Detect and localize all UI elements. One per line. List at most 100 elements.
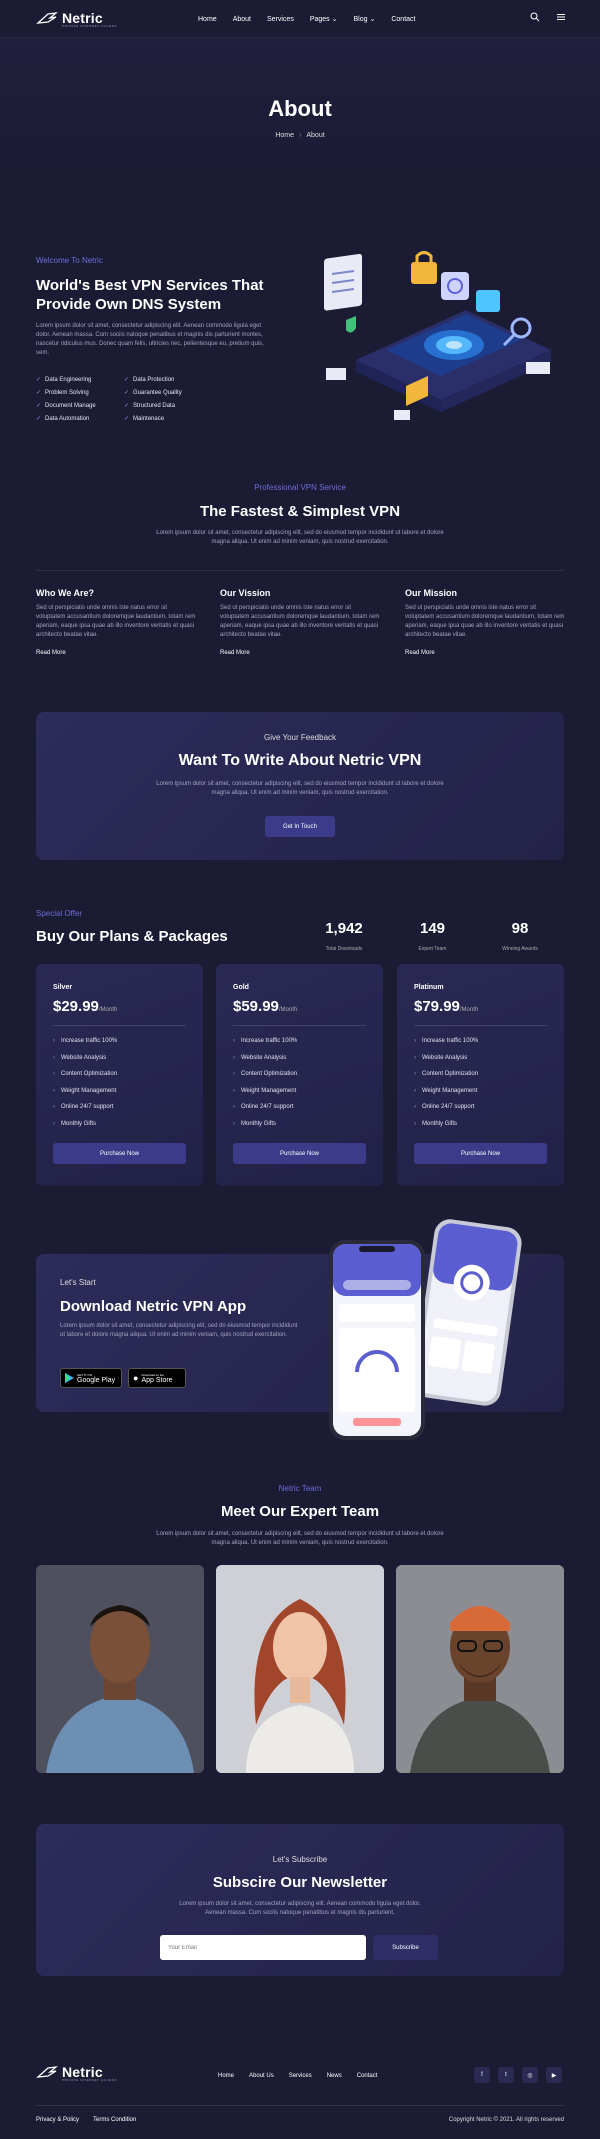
read-more-link[interactable]: Read More (405, 650, 565, 656)
nav-contact[interactable]: Contact (391, 16, 415, 23)
nav-pages[interactable]: Pages ⌄ (310, 15, 338, 23)
purchase-now-button[interactable]: Purchase Now (233, 1143, 366, 1164)
list-item: › Weight Management (414, 1088, 478, 1105)
feature-label: Weight Management (241, 1087, 297, 1094)
plan-card-platinum: Platinum $79.99/Month › Increase traffic … (397, 964, 564, 1186)
facebook-icon[interactable]: f (474, 2067, 490, 2083)
team-body: Lorem ipsum dolor sit amet, consectetur … (156, 1531, 444, 1546)
newsletter-eyebrow: Let's Subscribe (272, 1855, 328, 1864)
card-title: Who We Are? (36, 588, 94, 598)
list-item: › Weight Management (233, 1088, 297, 1105)
twitter-icon[interactable]: t (498, 2067, 514, 2083)
feature-label: Content Optimization (61, 1071, 118, 1077)
stat-value: 98 (511, 920, 529, 937)
feature-label: Document Manage (45, 402, 96, 409)
feature-item: ✓ Data Automation (36, 415, 124, 423)
subscribe-button[interactable]: Subscribe (373, 1935, 438, 1960)
feature-label: Data Automation (45, 415, 90, 422)
divider (36, 570, 564, 571)
feature-label: Problem Solving (45, 389, 89, 396)
intro-title-line1: World's Best VPN Services That (36, 277, 264, 294)
chevron-right-icon: › (414, 1120, 416, 1127)
chevron-right-icon: › (233, 1087, 235, 1094)
feature-item: ✓ Document Manage (36, 402, 124, 410)
newsletter-body: Lorem ipsum dolor sit amet, consectetur … (179, 1901, 421, 1916)
feature-label: Weight Management (61, 1087, 117, 1094)
nav-services[interactable]: Services (267, 16, 294, 23)
intro-title: World's Best VPN Services That Provide O… (36, 276, 264, 314)
plans-eyebrow: Special Offer (36, 909, 83, 918)
get-in-touch-button[interactable]: Get In Touch (265, 816, 335, 837)
youtube-icon[interactable]: ▶ (546, 2067, 562, 2083)
our-mission-card: Our Mission Sed ut perspiciatis unde omn… (405, 588, 565, 656)
footer-nav: Home About Us Services News Contact (218, 2073, 377, 2079)
read-more-link[interactable]: Read More (36, 650, 196, 656)
feature-item: ✓ Guarantee Quality (124, 389, 224, 397)
chevron-right-icon: › (233, 1054, 235, 1061)
divider (36, 2105, 564, 2106)
app-title: Download Netric VPN App (60, 1298, 247, 1315)
check-icon: ✓ (36, 403, 42, 409)
nav-about[interactable]: About (233, 16, 251, 23)
nav-home[interactable]: Home (198, 16, 217, 23)
footer-link-services[interactable]: Services (289, 2073, 312, 2079)
purchase-now-button[interactable]: Purchase Now (414, 1143, 547, 1164)
brand-logo[interactable]: Netric PRIVATE INTERNET ACCESS (36, 10, 117, 28)
footer-link-contact[interactable]: Contact (357, 2073, 378, 2079)
feature-label: Data Protection (133, 376, 175, 383)
feature-label: Online 24/7 support (241, 1104, 294, 1110)
feature-label: Structured Data (133, 402, 176, 409)
brand-tagline: PRIVATE INTERNET ACCESS (62, 2078, 117, 2082)
terms-link[interactable]: Terms Condition (93, 2117, 136, 2123)
nav-blog-label: Blog (353, 16, 368, 23)
check-icon: ✓ (124, 416, 130, 422)
card-body: Sed ut perspiciatis unde omnis iste natu… (220, 605, 380, 638)
feature-label: Guarantee Quality (133, 389, 182, 396)
breadcrumb-home[interactable]: Home (275, 132, 294, 139)
person-image (396, 1565, 564, 1773)
chevron-right-icon: › (53, 1104, 55, 1110)
check-icon: ✓ (124, 377, 130, 383)
plan-price: $79.99/Month (414, 998, 478, 1015)
service-title: The Fastest & Simplest VPN (199, 503, 401, 520)
feature-label: Maintenace (133, 415, 165, 422)
google-play-button[interactable]: GET IT ON Google Play (60, 1368, 122, 1388)
list-item: › Online 24/7 support (414, 1104, 478, 1121)
feature-label: Monthly Gifts (61, 1120, 97, 1127)
read-more-link[interactable]: Read More (220, 650, 380, 656)
search-icon[interactable] (530, 12, 540, 22)
privacy-link[interactable]: Privacy & Policy (36, 2117, 79, 2123)
feature-label: Monthly Gifts (241, 1120, 277, 1127)
plan-feature-list: › Increase traffic 100% › Website Analysis… (233, 1038, 297, 1137)
footer-logo[interactable]: Netric PRIVATE INTERNET ACCESS (36, 2064, 117, 2082)
plan-name: Platinum (414, 984, 444, 991)
feature-label: Increase traffic 100% (241, 1038, 298, 1044)
feature-label: Weight Management (422, 1087, 478, 1094)
feature-label: Online 24/7 support (61, 1104, 114, 1110)
purchase-now-button[interactable]: Purchase Now (53, 1143, 186, 1164)
nav-pages-label: Pages (309, 16, 330, 23)
app-store-button[interactable]: ● Download on the App Store (128, 1368, 186, 1388)
footer-link-about[interactable]: About Us (249, 2073, 274, 2079)
email-input[interactable] (160, 1935, 366, 1960)
feature-item: ✓ Maintenace (124, 415, 224, 423)
footer-link-news[interactable]: News (327, 2073, 342, 2079)
team-title: Meet Our Expert Team (220, 1503, 380, 1520)
check-icon: ✓ (36, 390, 42, 396)
list-item: › Online 24/7 support (53, 1104, 117, 1121)
person-image (36, 1565, 204, 1773)
footer-link-home[interactable]: Home (218, 2073, 234, 2079)
list-item: › Website Analysis (233, 1055, 297, 1072)
chevron-right-icon: › (53, 1038, 55, 1044)
nav-blog[interactable]: Blog ⌄ (354, 15, 376, 23)
divider (233, 1025, 366, 1026)
plan-period: /Month (98, 1007, 118, 1013)
team-member-photo (396, 1565, 564, 1773)
instagram-icon[interactable]: ◎ (522, 2067, 538, 2083)
person-image (216, 1565, 384, 1773)
apple-icon: ● (133, 1373, 139, 1383)
menu-icon[interactable] (556, 12, 566, 22)
list-item: › Content Optimization (53, 1071, 117, 1088)
feature-label: Increase traffic 100% (422, 1038, 479, 1044)
plan-price-amount: $59.99 (233, 998, 279, 1015)
